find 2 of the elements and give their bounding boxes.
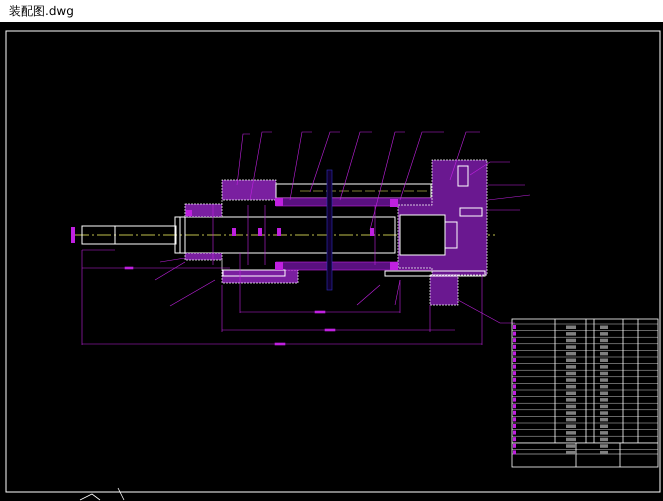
ucs-axis-icon bbox=[80, 488, 124, 500]
window-title: 装配图.dwg bbox=[9, 2, 74, 20]
